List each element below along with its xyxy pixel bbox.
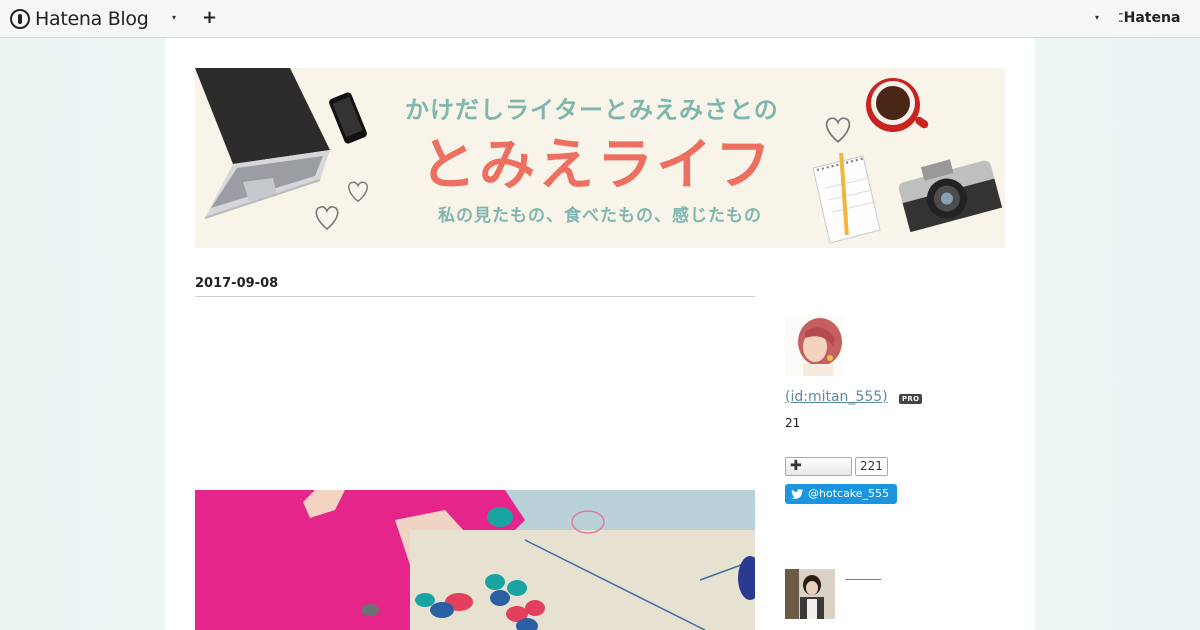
entry-date[interactable]: 2017-09-08	[195, 276, 278, 291]
blog-content: かけだしライターとみえみさとの とみえライフ 私の見たもの、食べたもの、感じたも…	[165, 38, 1035, 630]
reader-name-link[interactable]	[845, 579, 881, 580]
notepad-illustration	[812, 152, 881, 244]
plus-icon[interactable]: +	[202, 7, 217, 28]
hatena-blog-logo-text: Hatena Blog	[35, 8, 149, 30]
profile-id-link[interactable]: (id:mitan_555)	[785, 389, 888, 405]
twitter-follow-button[interactable]: @hotcake_555	[785, 484, 897, 504]
subscriber-count: 221	[855, 457, 888, 476]
entry-photo[interactable]	[195, 490, 755, 630]
plus-icon: ✚	[790, 458, 802, 474]
pro-badge: PRO	[899, 394, 923, 404]
heart-doodle-icon	[825, 117, 851, 143]
subscribe-button[interactable]: ✚	[785, 457, 852, 476]
camera-illustration	[898, 159, 1003, 233]
blog-header-banner[interactable]: かけだしライターとみえみさとの とみえライフ 私の見たもの、食べたもの、感じたも…	[195, 68, 1005, 248]
avatar[interactable]	[785, 316, 843, 376]
hatena-logo-icon: ⁚⁚	[1118, 11, 1123, 25]
coffee-cup-illustration	[866, 78, 929, 132]
banner-tagline: 私の見たもの、食べたもの、感じたもの	[438, 206, 762, 226]
heart-doodle-icon	[348, 181, 368, 203]
hatena-blog-logo[interactable]: Hatena Blog	[10, 8, 149, 30]
twitter-bird-icon	[791, 488, 804, 499]
global-header: Hatena Blog ▾ + ▾ ⁚⁚ Hatena	[0, 0, 1200, 38]
blog-title: とみえライフ	[420, 133, 774, 198]
laptop-illustration	[195, 68, 330, 219]
chevron-down-icon[interactable]: ▾	[1095, 13, 1099, 22]
hatena-logo-text: Hatena	[1123, 10, 1181, 26]
heart-doodle-icon	[315, 206, 339, 231]
hatena-menu[interactable]: ⁚⁚ Hatena	[1118, 10, 1180, 26]
reader-avatar[interactable]	[785, 569, 835, 619]
chevron-down-icon[interactable]: ▾	[172, 13, 176, 22]
hatena-blog-logo-icon	[10, 9, 30, 29]
twitter-handle: @hotcake_555	[808, 487, 890, 500]
profile-count: 21	[785, 416, 801, 430]
smartphone-illustration	[329, 92, 367, 144]
divider	[195, 296, 755, 297]
